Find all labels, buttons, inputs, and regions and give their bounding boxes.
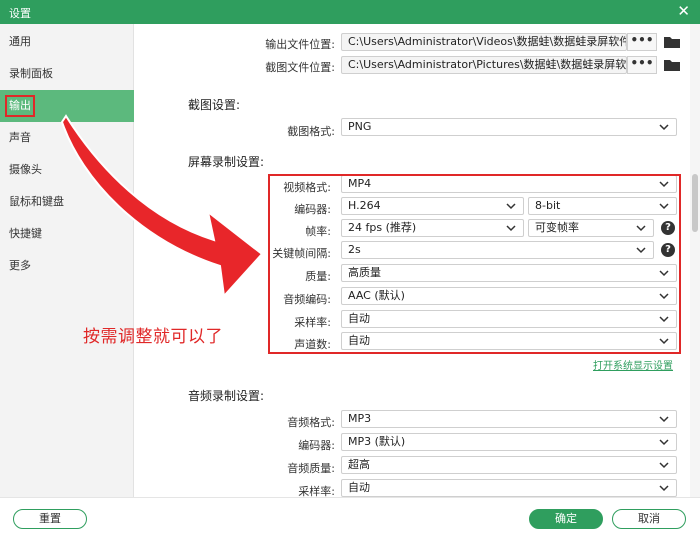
audio-quality-select[interactable]: 超高: [341, 456, 677, 474]
browse-screenshot-button[interactable]: •••: [627, 56, 657, 74]
chevron-down-icon: [659, 416, 669, 423]
sidebar-item-label: 输出: [5, 95, 35, 117]
output-path-label: 输出文件位置:: [265, 38, 335, 51]
sidebar-item-recording-panel[interactable]: 录制面板: [0, 58, 134, 90]
close-icon[interactable]: ✕: [677, 2, 690, 20]
chevron-down-icon: [659, 439, 669, 446]
select-value: 自动: [348, 481, 370, 494]
audio-encoder-label: 编码器:: [298, 439, 335, 452]
settings-content: 输出文件位置: C:\Users\Administrator\Videos\数据…: [135, 24, 690, 497]
select-value: MP3 (默认): [348, 435, 406, 448]
screen-recording-title: 屏幕录制设置:: [188, 155, 265, 169]
cancel-button[interactable]: 取消: [612, 509, 686, 529]
browse-output-button[interactable]: •••: [627, 33, 657, 51]
audio-recording-title: 音频录制设置:: [188, 389, 265, 403]
scrollbar-thumb[interactable]: [692, 174, 698, 232]
select-value: PNG: [348, 120, 372, 133]
chevron-down-icon: [659, 485, 669, 492]
select-value: 超高: [348, 458, 370, 471]
sidebar-item-sound[interactable]: 声音: [0, 122, 134, 154]
screenshot-path-label: 截图文件位置:: [265, 61, 335, 74]
window-title: 设置: [9, 7, 31, 20]
sidebar-item-label: 更多: [9, 259, 31, 272]
screenshot-settings-title: 截图设置:: [188, 98, 241, 112]
scrollbar-track[interactable]: [690, 24, 700, 497]
footer: 重置 确定 取消: [0, 497, 700, 537]
ok-button[interactable]: 确定: [529, 509, 603, 529]
sidebar-item-mouse-keyboard[interactable]: 鼠标和键盘: [0, 186, 134, 218]
sidebar-item-camera[interactable]: 摄像头: [0, 154, 134, 186]
sidebar-item-hotkeys[interactable]: 快捷键: [0, 218, 134, 250]
sidebar-item-label: 声音: [9, 131, 31, 144]
title-bar: 设置 ✕: [0, 0, 700, 24]
chevron-down-icon: [659, 462, 669, 469]
sidebar-item-label: 摄像头: [9, 163, 42, 176]
annotation-text: 按需调整就可以了: [83, 327, 223, 347]
select-value: MP3: [348, 412, 372, 425]
audio-quality-label: 音频质量:: [287, 462, 335, 475]
folder-icon[interactable]: [662, 56, 682, 74]
folder-icon[interactable]: [662, 33, 682, 51]
reset-button[interactable]: 重置: [13, 509, 87, 529]
audio-format-select[interactable]: MP3: [341, 410, 677, 428]
screenshot-format-label: 截图格式:: [287, 125, 335, 138]
sidebar-item-label: 录制面板: [9, 67, 53, 80]
audio-encoder-select[interactable]: MP3 (默认): [341, 433, 677, 451]
sidebar-item-more[interactable]: 更多: [0, 250, 134, 282]
sidebar-item-label: 鼠标和键盘: [9, 195, 64, 208]
sidebar-item-output[interactable]: 输出: [0, 90, 134, 122]
sidebar: 通用 录制面板 输出 声音 摄像头 鼠标和键盘 快捷键 更多: [0, 24, 134, 497]
audio-sample-rate-label: 采样率:: [298, 485, 335, 497]
audio-format-label: 音频格式:: [287, 416, 335, 429]
audio-sample-rate-select[interactable]: 自动: [341, 479, 677, 497]
sidebar-item-label: 快捷键: [9, 227, 42, 240]
sidebar-item-general[interactable]: 通用: [0, 26, 134, 58]
highlight-box: [268, 174, 681, 354]
output-path-field[interactable]: C:\Users\Administrator\Videos\数据蛙\数据蛙录屏软…: [341, 33, 627, 51]
screenshot-format-select[interactable]: PNG: [341, 118, 677, 136]
screenshot-path-field[interactable]: C:\Users\Administrator\Pictures\数据蛙\数据蛙录…: [341, 56, 627, 74]
system-display-settings-link[interactable]: 打开系统显示设置: [593, 357, 673, 372]
sidebar-item-label: 通用: [9, 35, 31, 48]
chevron-down-icon: [659, 124, 669, 131]
